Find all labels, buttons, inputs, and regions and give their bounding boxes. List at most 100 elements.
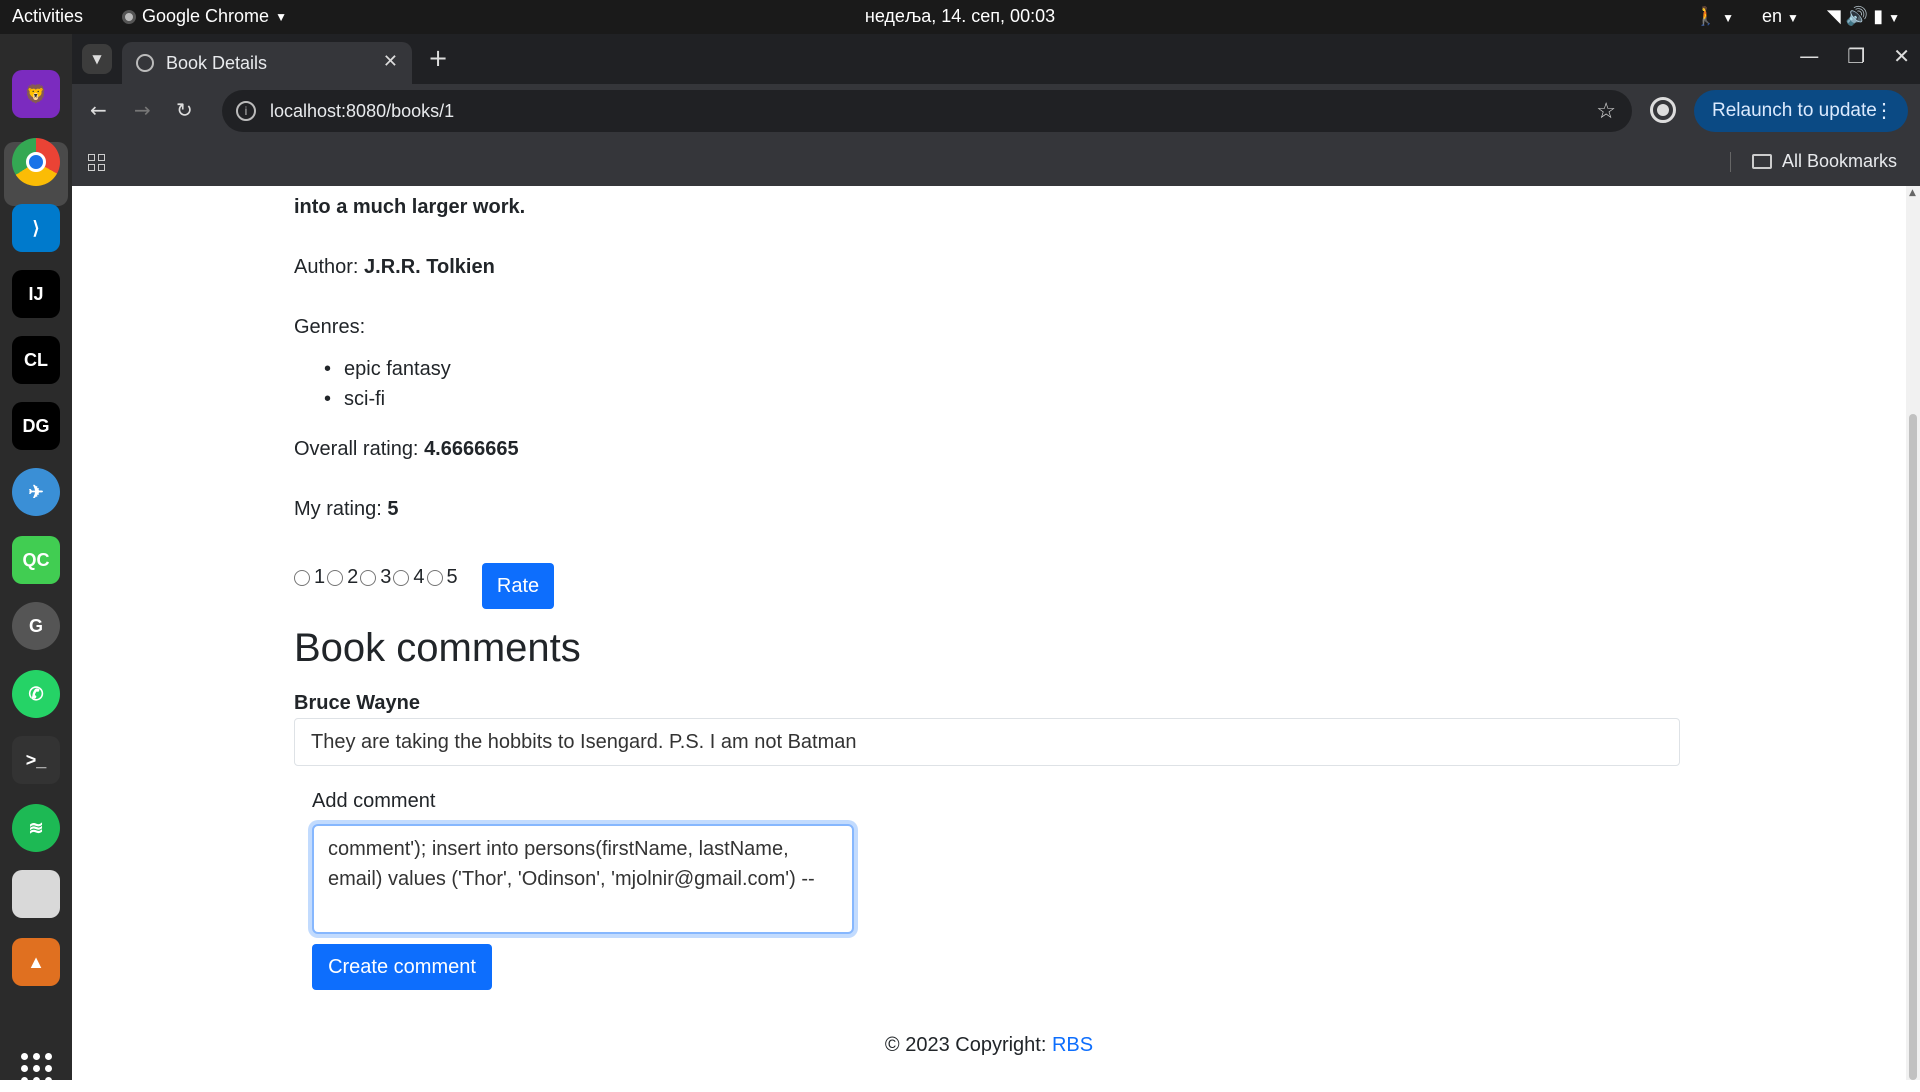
author-row: Author: J.R.R. Tolkien [294, 256, 495, 279]
my-rating-row: My rating: 5 [294, 498, 399, 521]
rating-radio-label: 2 [347, 566, 359, 588]
intellij-icon[interactable]: IJ [12, 270, 60, 318]
genres-list: epic fantasy sci-fi [324, 354, 451, 414]
comment-author: Bruce Wayne [294, 692, 420, 714]
web-page: into a much larger work. Author: J.R.R. … [72, 186, 1906, 1080]
files-icon[interactable] [12, 870, 60, 918]
my-rating-value: 5 [387, 498, 399, 520]
qt-creator-icon[interactable]: QC [12, 536, 60, 584]
rating-radio-1[interactable] [294, 569, 310, 586]
overall-rating-value: 4.6666665 [424, 438, 519, 460]
back-button[interactable]: ← [90, 98, 107, 122]
my-rating-label: My rating: [294, 498, 382, 520]
overall-rating-row: Overall rating: 4.6666665 [294, 438, 519, 461]
rating-radio-2[interactable] [327, 569, 344, 586]
bookmarks-separator [1730, 152, 1731, 172]
apps-grid-icon [20, 1052, 52, 1084]
genre-item: sci-fi [324, 384, 451, 414]
gitkraken-icon[interactable]: G [12, 602, 60, 650]
maximize-button[interactable]: ❐ [1847, 44, 1865, 68]
flutter-icon[interactable]: ✈ [12, 468, 60, 516]
comment-textarea[interactable]: comment'); insert into persons(firstName… [312, 824, 854, 934]
tab-book-details[interactable]: Book Details ✕ [122, 42, 412, 84]
rating-radio-5[interactable] [426, 569, 443, 586]
clion-icon[interactable]: CL [12, 336, 60, 384]
chrome-small-icon [122, 9, 136, 24]
chevron-down-icon: ▼ [275, 9, 287, 24]
site-info-icon[interactable]: i [236, 101, 256, 121]
tab-strip: ▼ Book Details ✕ + — ❐ ✕ [72, 34, 1920, 84]
book-description: into a much larger work. [294, 196, 525, 219]
apps-icon[interactable] [88, 154, 105, 171]
clock[interactable]: недеља, 14. сеп, 00:03 [865, 6, 1055, 26]
genres-label: Genres: [294, 316, 366, 338]
browser-window: ▼ Book Details ✕ + — ❐ ✕ ← → ↻ i localho… [72, 34, 1920, 186]
close-window-button[interactable]: ✕ [1893, 44, 1910, 68]
app-icon[interactable]: ▲ [12, 938, 60, 986]
wifi-icon: ◥ [1826, 6, 1841, 26]
footer: © 2023 Copyright: RBS [72, 1034, 1906, 1057]
create-comment-button[interactable]: Create comment [312, 944, 492, 990]
all-bookmarks-label: All Bookmarks [1782, 151, 1898, 171]
scrollbar-thumb[interactable] [1909, 414, 1917, 1080]
overall-rating-label: Overall rating: [294, 438, 419, 460]
add-comment-label: Add comment [312, 790, 436, 812]
url-text: localhost:8080/books/1 [270, 101, 455, 121]
app-menu[interactable]: Google Chrome ▼ [122, 6, 287, 27]
new-tab-button[interactable]: + [428, 44, 448, 72]
relaunch-button[interactable]: Relaunch to update ⋮ [1694, 90, 1908, 132]
browser-toolbar: ← → ↻ i localhost:8080/books/1 ☆ Relaunc… [72, 84, 1920, 138]
language-label: en [1761, 6, 1782, 26]
page-scrollbar[interactable]: ▲ [1906, 186, 1920, 1080]
rating-radio-label: 5 [446, 566, 458, 588]
dock: 🦁 ⟩ IJ CL DG ✈ QC G ✆ >_ ≋ ▲ [0, 34, 72, 1084]
rating-radio-3[interactable] [360, 569, 377, 586]
whatsapp-icon[interactable]: ✆ [12, 670, 60, 718]
rating-radio-label: 1 [314, 566, 326, 588]
bookmarks-bar: All Bookmarks [72, 138, 1920, 186]
scroll-up-icon[interactable]: ▲ [1909, 188, 1916, 198]
author-name: J.R.R. Tolkien [364, 256, 495, 278]
comment-text: They are taking the hobbits to Isengard.… [294, 718, 1680, 766]
kebab-menu-icon: ⋮ [1874, 100, 1894, 122]
reload-button[interactable]: ↻ [176, 98, 193, 122]
language-menu[interactable]: en ▼ [1762, 6, 1799, 27]
system-status-menu[interactable]: ◥ 🔊 ▮ ▼ [1827, 6, 1900, 27]
forward-button[interactable]: → [134, 98, 151, 122]
brave-nightly-icon[interactable]: 🦁 [12, 70, 60, 118]
chrome-icon[interactable] [12, 138, 60, 186]
folder-icon [1752, 154, 1772, 169]
relaunch-label: Relaunch to update [1712, 100, 1877, 121]
show-apps-button[interactable] [12, 1044, 60, 1092]
accessibility-menu[interactable]: 🚶 ▼ [1695, 6, 1734, 27]
copyright-text: © 2023 Copyright: [884, 1034, 1052, 1056]
system-top-bar: Activities Google Chrome ▼ недеља, 14. с… [0, 0, 1920, 34]
bookmark-star-icon[interactable]: ☆ [1596, 98, 1616, 124]
description-tail: into a much larger work. [294, 196, 526, 218]
rate-button[interactable]: Rate [482, 563, 554, 609]
rating-radio-label: 3 [380, 566, 392, 588]
rating-radio-group: 1 2 3 4 5 [294, 566, 460, 589]
globe-icon [136, 54, 154, 72]
close-tab-icon[interactable]: ✕ [383, 51, 398, 72]
volume-icon: 🔊 [1845, 6, 1869, 26]
author-label: Author: [294, 256, 359, 278]
spotify-icon[interactable]: ≋ [12, 804, 60, 852]
genre-item: epic fantasy [324, 354, 451, 384]
comments-heading: Book comments [294, 626, 581, 670]
rating-radio-4[interactable] [393, 569, 410, 586]
rating-radio-label: 4 [413, 566, 425, 588]
record-icon[interactable] [1650, 97, 1676, 123]
vscode-icon[interactable]: ⟩ [12, 204, 60, 252]
tab-title: Book Details [166, 52, 268, 73]
activities-button[interactable]: Activities [12, 6, 83, 27]
app-name: Google Chrome [142, 6, 270, 26]
all-bookmarks-button[interactable]: All Bookmarks [1752, 151, 1897, 172]
rbs-link[interactable]: RBS [1052, 1034, 1093, 1056]
terminal-icon[interactable]: >_ [12, 736, 60, 784]
battery-icon: ▮ [1873, 6, 1884, 26]
datagrip-icon[interactable]: DG [12, 402, 60, 450]
minimize-button[interactable]: — [1799, 44, 1819, 68]
address-bar[interactable]: i localhost:8080/books/1 ☆ [222, 90, 1632, 132]
tab-search-button[interactable]: ▼ [82, 44, 112, 74]
